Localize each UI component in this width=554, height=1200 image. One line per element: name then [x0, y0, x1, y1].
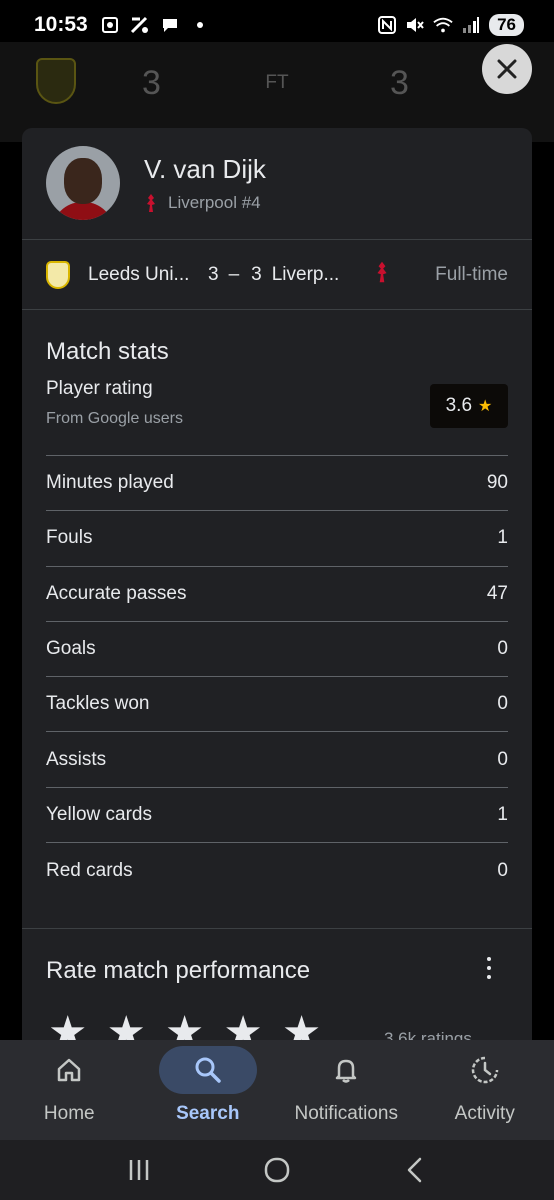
- stat-label: Minutes played: [46, 472, 174, 494]
- score-separator: –: [228, 263, 240, 285]
- stat-row: Tackles won 0: [46, 677, 508, 733]
- stat-row: Fouls 1: [46, 511, 508, 567]
- player-team: Liverpool #4: [144, 192, 261, 214]
- match-stats: Match stats Player rating From Google us…: [22, 338, 532, 898]
- stat-value: 0: [497, 693, 508, 715]
- stat-value: 0: [497, 859, 508, 881]
- nav-search[interactable]: Search: [139, 1040, 278, 1140]
- rating-label: Player rating: [46, 378, 153, 399]
- percent-app-icon: [130, 15, 150, 35]
- stat-row: Red cards 0: [46, 843, 508, 898]
- bottom-navigation: Home Search Notifications Activity: [0, 1040, 554, 1140]
- home-team: Leeds Uni...: [88, 263, 190, 285]
- recent-apps-button[interactable]: [119, 1150, 159, 1190]
- nav-label: Search: [176, 1103, 240, 1124]
- section-title: Match stats: [46, 338, 169, 365]
- signal-icon: [461, 15, 481, 35]
- rating-badge: 3.6 ★: [430, 384, 508, 428]
- away-team: Liverp...: [271, 263, 340, 285]
- stat-label: Yellow cards: [46, 803, 152, 825]
- notification-icons: [100, 15, 210, 35]
- match-status: Full-time: [435, 263, 508, 285]
- screenshot-icon: [100, 15, 120, 35]
- liverpool-crest-icon: [374, 259, 390, 291]
- stat-row: Goals 0: [46, 622, 508, 678]
- team-number: Liverpool #4: [168, 193, 261, 212]
- more-options-icon[interactable]: [484, 957, 494, 979]
- stat-label: Accurate passes: [46, 582, 187, 604]
- home-score: 3: [208, 263, 219, 285]
- nfc-icon: [377, 15, 397, 35]
- home-icon: [58, 1058, 81, 1082]
- stat-label: Assists: [46, 748, 107, 770]
- close-button[interactable]: [482, 44, 532, 94]
- stat-label: Tackles won: [46, 693, 150, 715]
- recent-apps-icon: [129, 1160, 149, 1180]
- stat-row: Accurate passes 47: [46, 567, 508, 622]
- nav-home[interactable]: Home: [0, 1040, 139, 1140]
- mute-icon: [405, 15, 425, 35]
- search-icon: [195, 1057, 221, 1083]
- stat-row: Minutes played 90: [46, 456, 508, 512]
- system-icons: 76: [377, 14, 524, 36]
- status-time: 10:53: [34, 13, 88, 36]
- nav-label: Notifications: [294, 1103, 399, 1124]
- section-title: Rate match performance: [46, 957, 311, 984]
- back-icon: [407, 1157, 422, 1183]
- match-summary[interactable]: Leeds Uni... 3 – 3 Liverp... Full-time: [22, 240, 532, 310]
- stat-label: Fouls: [46, 527, 93, 549]
- stat-row: Assists 0: [46, 732, 508, 788]
- player-stats-card: V. van Dijk Liverpool #4 Leeds Uni... 3 …: [22, 128, 532, 1048]
- player-rating: Player rating From Google users 3.6 ★: [46, 366, 508, 456]
- circle-home-icon: [264, 1157, 290, 1183]
- background-scoreboard: 3 FT 3: [0, 42, 554, 142]
- stat-value: 90: [486, 472, 508, 494]
- player-avatar[interactable]: [46, 146, 120, 220]
- stat-label: Goals: [46, 638, 96, 660]
- player-name: V. van Dijk: [144, 154, 266, 184]
- chat-icon: [160, 15, 180, 35]
- close-icon: [497, 59, 517, 79]
- away-score: 3: [390, 64, 409, 102]
- stat-value: 1: [497, 803, 508, 825]
- nav-label: Home: [43, 1103, 95, 1124]
- stat-value: 47: [486, 582, 508, 604]
- nav-label: Activity: [454, 1103, 515, 1124]
- activity-icon: [471, 1056, 498, 1084]
- rating-source: From Google users: [46, 410, 183, 427]
- bell-icon: [336, 1059, 357, 1083]
- back-button[interactable]: [395, 1150, 435, 1190]
- liverpool-crest-icon: [144, 192, 158, 214]
- battery-indicator: 76: [489, 14, 524, 36]
- away-score: 3: [251, 263, 262, 285]
- rating-value: 3.6: [445, 395, 473, 416]
- star-icon: ★: [478, 398, 493, 415]
- stats-list: Minutes played 90 Fouls 1 Accurate passes 4…: [46, 456, 508, 898]
- stat-value: 1: [497, 527, 508, 549]
- system-navigation: [0, 1140, 554, 1200]
- stat-row: Yellow cards 1: [46, 788, 508, 844]
- wifi-icon: [433, 15, 453, 35]
- player-header: V. van Dijk Liverpool #4: [22, 128, 532, 240]
- nav-notifications[interactable]: Notifications: [277, 1040, 416, 1140]
- stat-value: 0: [497, 748, 508, 770]
- home-system-button[interactable]: [257, 1150, 297, 1190]
- dot-icon: [190, 15, 210, 35]
- rate-performance: Rate match performance ★ ★ ★ ★ ★ 3.6k ra…: [22, 928, 532, 1048]
- match-status: FT: [265, 72, 289, 93]
- leeds-crest-icon: [46, 260, 70, 289]
- nav-activity[interactable]: Activity: [416, 1040, 554, 1140]
- stat-value: 0: [497, 638, 508, 660]
- stat-label: Red cards: [46, 859, 133, 881]
